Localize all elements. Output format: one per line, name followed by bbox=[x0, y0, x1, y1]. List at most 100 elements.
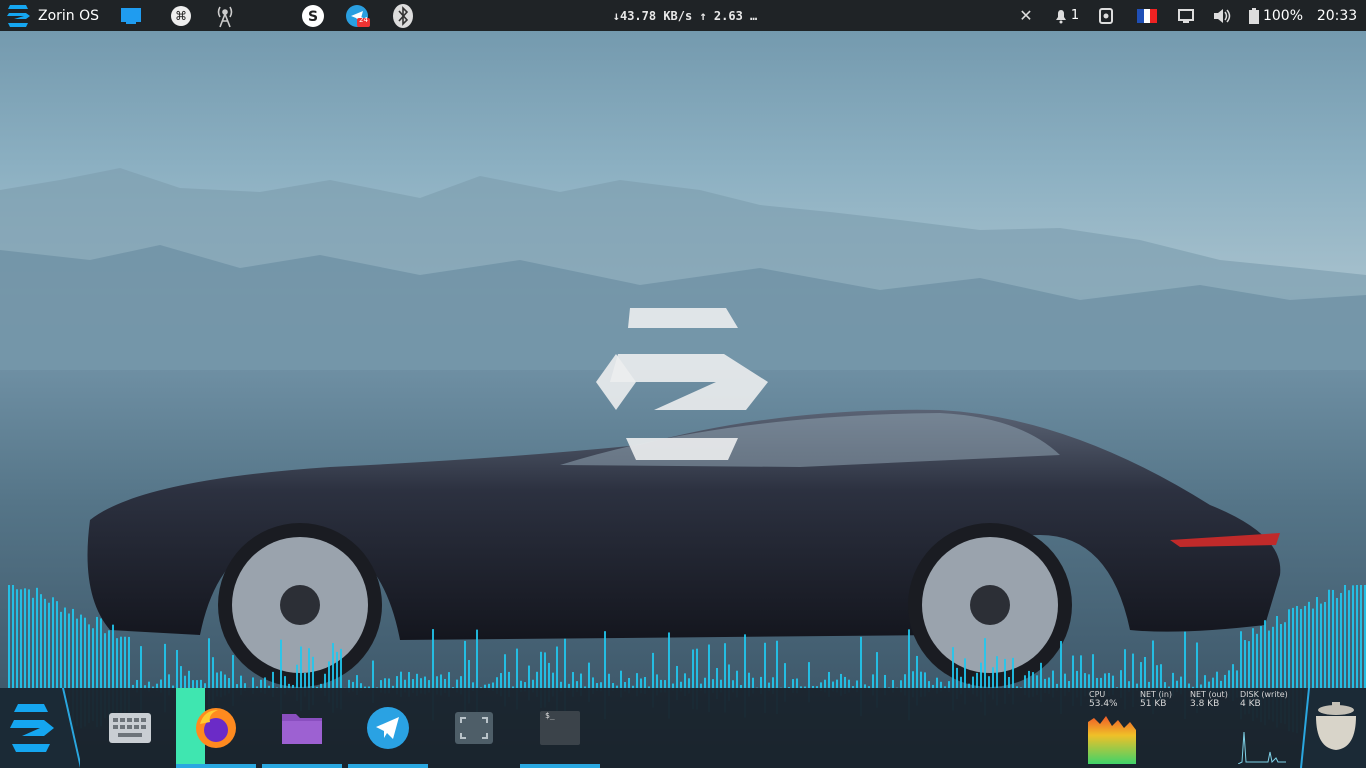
visualizer-bar bbox=[856, 680, 858, 688]
visualizer-bar bbox=[1140, 662, 1142, 688]
visualizer-bar bbox=[80, 614, 82, 688]
visualizer-bar bbox=[340, 648, 342, 688]
visualizer-bar bbox=[744, 634, 746, 688]
visualizer-bar bbox=[908, 629, 910, 688]
visualizer-bar bbox=[824, 679, 826, 688]
visualizer-bar bbox=[188, 670, 190, 688]
firefox-dock-item[interactable] bbox=[188, 700, 244, 756]
visualizer-bar bbox=[356, 675, 358, 688]
antenna-icon bbox=[217, 6, 233, 27]
visualizer-bar bbox=[1300, 608, 1302, 688]
display-button[interactable] bbox=[1174, 0, 1198, 31]
visualizer-bar bbox=[164, 643, 166, 688]
skype-tray-button[interactable]: S bbox=[300, 0, 326, 31]
visualizer-bar bbox=[56, 601, 58, 688]
visualizer-bar bbox=[728, 664, 730, 688]
close-icon[interactable]: ✕ bbox=[1014, 0, 1038, 31]
visualizer-bar bbox=[1252, 628, 1254, 688]
visualizer-bar bbox=[628, 677, 630, 688]
net-in-label: NET (in) bbox=[1140, 690, 1173, 699]
visualizer-bar bbox=[1076, 670, 1078, 688]
monitor-icon bbox=[1178, 8, 1194, 23]
visualizer-bar bbox=[300, 646, 302, 688]
telegram-running-indicator bbox=[348, 764, 428, 768]
visualizer-bar bbox=[516, 648, 518, 688]
visualizer-bar bbox=[1156, 665, 1158, 688]
visualizer-bar bbox=[416, 673, 418, 688]
visualizer-bar bbox=[448, 672, 450, 688]
visualizer-bar bbox=[208, 638, 210, 688]
files-dock-item[interactable] bbox=[274, 700, 330, 756]
visualizer-bar bbox=[1284, 622, 1286, 688]
visualizer-bar bbox=[1224, 674, 1226, 688]
visualizer-bar bbox=[1112, 675, 1114, 688]
telegram-tray-button[interactable]: 24 bbox=[344, 0, 372, 31]
volume-button[interactable] bbox=[1210, 0, 1234, 31]
visualizer-bar bbox=[1028, 670, 1030, 688]
visualizer-bar bbox=[1180, 676, 1182, 688]
visualizer-bar bbox=[1220, 680, 1222, 688]
visualizer-bar bbox=[532, 679, 534, 688]
notifications-button[interactable]: 1 bbox=[1050, 0, 1082, 31]
visualizer-bar bbox=[528, 665, 530, 688]
telegram-dock-item[interactable] bbox=[360, 700, 416, 756]
network-tower-button[interactable] bbox=[212, 0, 238, 31]
notification-count: 1 bbox=[1070, 8, 1080, 23]
app-menu-button[interactable]: Zorin OS bbox=[6, 0, 106, 31]
visualizer-bar bbox=[992, 667, 994, 688]
visualizer-bar bbox=[424, 676, 426, 688]
kdeconnect-button[interactable] bbox=[1094, 0, 1118, 31]
visualizer-bar bbox=[536, 671, 538, 688]
visualizer-bar bbox=[580, 673, 582, 688]
visualizer-bar bbox=[1172, 672, 1174, 688]
visualizer-bar bbox=[88, 624, 90, 688]
keyboard-dock-item[interactable] bbox=[102, 700, 158, 756]
visualizer-bar bbox=[1260, 626, 1262, 688]
visualizer-bar bbox=[508, 671, 510, 688]
visualizer-bar bbox=[168, 674, 170, 688]
terminal-running-indicator bbox=[520, 764, 600, 768]
bluetooth-tray-button[interactable] bbox=[390, 0, 416, 31]
visualizer-bar bbox=[160, 679, 162, 688]
trash-dock-item[interactable] bbox=[1300, 688, 1366, 768]
visualizer-bar bbox=[1036, 675, 1038, 688]
visualizer-bar bbox=[240, 675, 242, 688]
screenshot-dock-item[interactable] bbox=[446, 700, 502, 756]
clock[interactable]: 20:33 bbox=[1312, 0, 1362, 31]
visualizer-bar bbox=[964, 658, 966, 688]
network-speed-indicator[interactable]: ↓43.78 KB/s ↑ 2.63 … bbox=[600, 0, 770, 31]
visualizer-bar bbox=[980, 662, 982, 688]
visualizer-bar bbox=[1024, 675, 1026, 688]
visualizer-bar bbox=[1048, 677, 1050, 688]
visualizer-bar bbox=[1356, 585, 1358, 688]
visualizer-bar bbox=[136, 679, 138, 688]
zorin-menu-dock-button[interactable] bbox=[0, 688, 80, 768]
keyboard-layout-button[interactable] bbox=[1134, 0, 1160, 31]
visualizer-bar bbox=[644, 677, 646, 688]
visualizer-bar bbox=[120, 636, 122, 688]
visualizer-bar bbox=[380, 680, 382, 688]
visualizer-bar bbox=[476, 629, 478, 688]
visualizer-bar bbox=[36, 587, 38, 688]
visualizer-bar bbox=[252, 677, 254, 688]
battery-label: 100% bbox=[1262, 7, 1304, 24]
visualizer-bar bbox=[564, 638, 566, 688]
visualizer-bar bbox=[48, 602, 50, 688]
visualizer-bar bbox=[1092, 654, 1094, 688]
visualizer-bar bbox=[456, 679, 458, 688]
command-launcher-button[interactable]: ⌘ bbox=[168, 0, 194, 31]
terminal-dock-item[interactable]: $_ bbox=[532, 700, 588, 756]
visualizer-bar bbox=[272, 671, 274, 688]
telegram-icon bbox=[367, 707, 409, 749]
battery-indicator[interactable]: 100% bbox=[1248, 0, 1304, 31]
speaker-icon bbox=[1214, 8, 1231, 23]
firefox-running-indicator bbox=[176, 764, 256, 768]
visualizer-bar bbox=[972, 676, 974, 688]
visualizer-bar bbox=[552, 672, 554, 688]
show-desktop-button[interactable] bbox=[118, 0, 144, 31]
visualizer-bar bbox=[200, 679, 202, 688]
french-flag-icon bbox=[1137, 8, 1157, 23]
visualizer-bar bbox=[284, 676, 286, 688]
visualizer-bar bbox=[848, 679, 850, 688]
visualizer-bar bbox=[1088, 674, 1090, 688]
